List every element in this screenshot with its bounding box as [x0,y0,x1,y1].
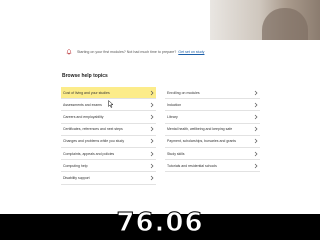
topic-label: Computing help [63,163,88,168]
chevron-right-icon [254,139,258,144]
topic-complaints[interactable]: Complaints, appeals and policies [61,148,156,161]
topic-label: Mental health, wellbeing and keeping saf… [167,127,233,132]
topic-mental-health[interactable]: Mental health, wellbeing and keeping saf… [165,124,260,136]
chevron-right-icon [150,90,154,95]
topic-payment[interactable]: Payment, scholarships, bursaries and gra… [165,136,260,148]
chevron-right-icon [150,126,154,132]
notice-banner: Starting on your first modules? Not had … [62,42,267,62]
mouse-cursor-icon [108,95,114,108]
topic-label: Library [167,114,178,119]
chevron-right-icon [150,139,154,144]
hero-photo [210,0,320,40]
topic-induction[interactable]: Induction [165,99,260,112]
topic-label: Disability support [63,175,90,180]
topic-study-skills[interactable]: Study skills [165,148,260,161]
topic-computing[interactable]: Computing help [61,160,156,173]
chevron-right-icon [254,114,258,120]
topic-label: Study skills [167,151,185,156]
chevron-right-icon [150,163,154,168]
help-page: Starting on your first modules? Not had … [0,0,320,214]
chevron-right-icon [150,175,154,181]
topic-tutorials[interactable]: Tutorials and residential schools [165,160,260,173]
topic-enrolling[interactable]: Enrolling on modules [165,87,260,100]
topic-library[interactable]: Library [165,111,260,124]
topic-changes[interactable]: Changes and problems while you study [61,136,156,148]
notice-text: Starting on your first modules? Not had … [77,50,177,54]
chevron-right-icon [150,151,154,156]
topic-label: Careers and employability [63,114,104,119]
chevron-right-icon [254,90,258,95]
topics-right-column: Enrolling on modules Induction Library M… [165,87,260,173]
topic-label: Cost of living and your studies [63,90,110,95]
topic-careers[interactable]: Careers and employability [61,111,156,124]
topic-label: Assessments and exams [63,102,102,107]
topic-label: Certificates, references and next steps [63,127,123,132]
chevron-right-icon [150,102,154,108]
topic-label: Tutorials and residential schools [167,163,217,168]
get-set-link[interactable]: Get set on study [178,50,204,54]
chevron-right-icon [150,114,154,120]
chevron-right-icon [254,126,258,132]
chevron-right-icon [254,151,258,156]
browse-heading: Browse help topics [62,73,108,79]
bell-icon [64,48,73,57]
topic-label: Payment, scholarships, bursaries and gra… [167,139,237,144]
topic-label: Complaints, appeals and policies [63,151,115,156]
timer-overlay: 76.06 [116,208,204,239]
topic-certificates[interactable]: Certificates, references and next steps [61,124,156,136]
topic-label: Changes and problems while you study [63,139,125,144]
topic-label: Enrolling on modules [167,90,200,95]
topic-disability[interactable]: Disability support [61,172,156,185]
chevron-right-icon [254,163,258,168]
chevron-right-icon [254,102,258,108]
topic-label: Induction [167,102,182,107]
